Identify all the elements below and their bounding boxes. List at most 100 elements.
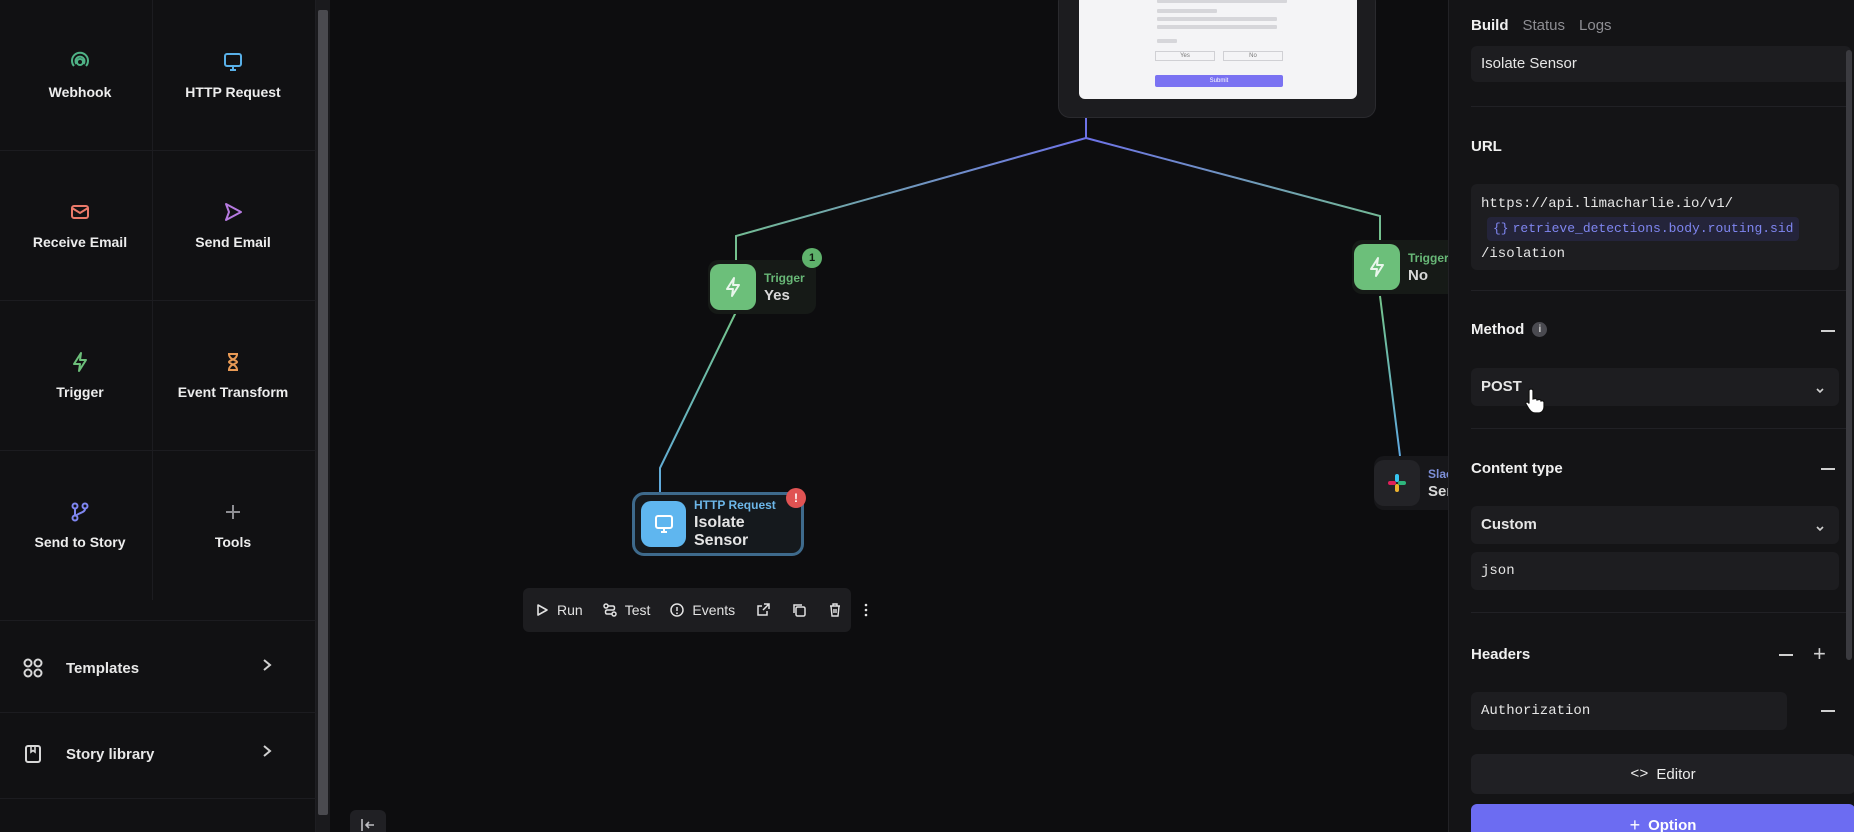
chevron-down-icon [1815,382,1825,399]
content-type-select[interactable]: Custom [1471,506,1839,544]
palette-tile-webhook[interactable]: Webhook [0,0,160,150]
sidebar-link-story-library[interactable]: Story library [0,724,300,784]
info-circle-icon [670,603,685,617]
palette-section-divider [0,620,316,621]
content-type-custom-input[interactable]: json [1471,552,1839,590]
form-preview-page: Yes No Submit [1079,0,1357,99]
palette-section-divider [0,798,316,799]
connection-edges [659,118,1401,494]
editor-button[interactable]: <> Editor [1471,754,1854,794]
palette-tile-label: Tools [214,534,252,550]
sidebar-link-label: Story library [66,745,155,763]
plus-icon [221,500,245,524]
collapse-method-button[interactable] [1821,330,1835,332]
content-type-label: Content type [1471,460,1563,477]
http-node-text: HTTP Request Isolate Sensor [694,498,801,550]
section-divider [1471,106,1851,107]
branch-icon [68,500,92,524]
palette-tile-label: Receive Email [32,234,128,250]
sidebar-link-templates[interactable]: Templates [0,638,300,698]
remove-header-row-button[interactable] [1821,710,1835,712]
trigger-no-node[interactable]: Trigger No [1352,240,1448,294]
error-badge[interactable]: ! [786,488,806,508]
tab-logs[interactable]: Logs [1579,17,1612,34]
header-key-input[interactable]: Authorization [1471,692,1787,730]
hourglass-icon [221,350,245,374]
palette-tile-send-to-story[interactable]: Send to Story [0,450,160,600]
form-yes-option: Yes [1155,51,1215,61]
copy-icon[interactable] [791,602,807,618]
play-icon [537,604,548,616]
editor-button-label: Editor [1656,765,1696,783]
method-label: Method [1471,321,1525,338]
collapse-sidebar-button[interactable] [350,810,386,832]
url-variable-chip[interactable]: {} retrieve_detections.body.routing.sid [1487,217,1800,241]
collapse-content-type-button[interactable] [1821,468,1835,470]
url-field[interactable]: https://api.limacharlie.io/v1/ {} retrie… [1471,184,1839,270]
palette-section-divider [0,712,316,713]
node-action-toolbar: Run Test Events [523,588,868,632]
trigger-yes-node[interactable]: Trigger Yes [708,260,816,314]
events-button[interactable]: Events [670,602,735,618]
palette-tile-send-email[interactable]: Send Email [153,150,313,300]
method-section-header: Method i [1471,321,1548,338]
panel-scrollbar-thumb[interactable] [1846,50,1852,660]
palette-tile-http-request[interactable]: HTTP Request [153,0,313,150]
palette-tile-tools[interactable]: Tools [153,450,313,600]
monitor-icon [654,515,673,533]
section-divider [1471,290,1851,291]
tab-status[interactable]: Status [1523,17,1566,34]
palette-tile-label: Send to Story [34,534,126,550]
mail-icon [68,200,92,224]
test-button-label: Test [624,602,651,618]
node-name-label: Ser [1428,482,1448,500]
form-line [1157,39,1177,43]
form-line [1157,0,1287,3]
chevron-right-icon [262,744,272,762]
header-key-value: Authorization [1481,703,1591,719]
grid-icon [22,657,44,679]
url-variable-text: retrieve_detections.body.routing.sid [1512,221,1794,236]
story-canvas[interactable]: Yes No Submit Trigger Yes 1 Trigger No H… [330,0,1448,832]
slack-node-text: Slac Ser [1420,467,1448,500]
palette-scrollbar[interactable] [316,0,330,832]
add-option-button[interactable]: + Option [1471,804,1854,832]
add-header-button[interactable]: + [1813,643,1826,665]
run-button[interactable]: Run [535,602,583,618]
sidebar-link-label: Templates [66,659,140,677]
book-icon [22,743,44,765]
mouse-cursor-icon [1525,388,1545,419]
form-no-option: No [1223,51,1283,61]
export-icon[interactable] [755,602,771,618]
section-divider [1471,428,1851,429]
palette-tile-event-transform[interactable]: Event Transform [153,300,313,450]
tab-build[interactable]: Build [1471,17,1509,34]
palette-scrollbar-thumb[interactable] [318,10,328,815]
url-label: URL [1471,138,1502,155]
panel-tabs: Build Status Logs [1471,17,1612,34]
palette-tile-label: HTTP Request [185,84,281,100]
name-input[interactable]: Isolate Sensor [1471,46,1851,82]
node-type-label: Slac [1428,466,1448,481]
node-type-label: Trigger [1408,250,1448,265]
trash-icon[interactable] [827,602,843,618]
info-icon[interactable]: i [1532,322,1548,337]
chevron-down-icon [1815,520,1825,537]
trigger-node-icon-box [1354,244,1400,290]
node-type-label: HTTP Request [694,498,776,512]
form-submit-button: Submit [1155,75,1283,87]
slack-node[interactable]: Slac Ser [1374,456,1448,510]
more-vertical-icon[interactable] [863,602,869,618]
form-line [1157,17,1277,21]
palette-tile-trigger[interactable]: Trigger [0,300,160,450]
palette-tile-receive-email[interactable]: Receive Email [0,150,160,300]
remove-header-button[interactable] [1779,654,1793,656]
form-preview-node[interactable]: Yes No Submit [1058,0,1376,118]
lightning-icon [68,350,92,374]
http-node-icon-box [641,501,686,547]
node-name-label: Isolate Sensor [694,514,749,549]
event-count-badge: 1 [802,248,822,268]
send-icon [221,200,245,224]
http-request-node[interactable]: HTTP Request Isolate Sensor [632,492,804,556]
test-button[interactable]: Test [602,602,651,618]
